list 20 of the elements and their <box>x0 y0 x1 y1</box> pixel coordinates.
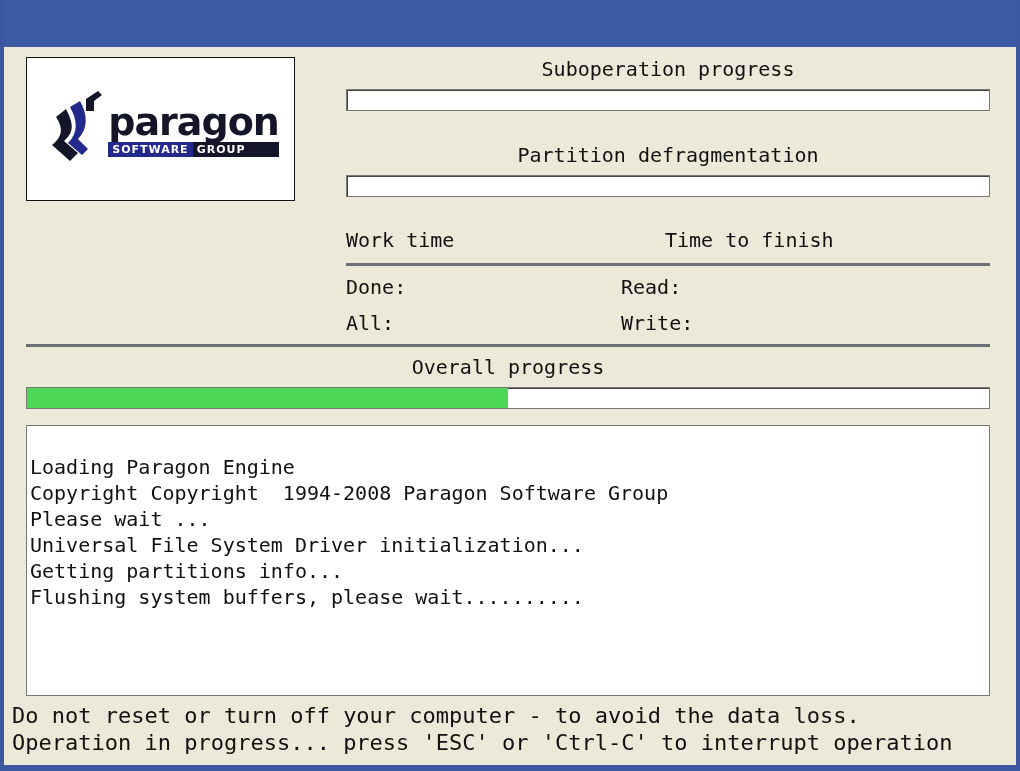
stat-label: Read: <box>621 274 683 300</box>
brand-name: paragon <box>108 101 279 142</box>
tagline: GROUP <box>192 141 279 157</box>
log-line: Flushing system buffers, please wait.......... <box>30 584 585 610</box>
progress-label: Suboperation progress <box>540 57 796 81</box>
log-line: Copyright Copyright 1994-2008 Paragon Software Group <box>30 480 670 506</box>
progress-label: Overall progress <box>410 355 606 379</box>
progress-label: Partition defragmentation <box>516 143 820 167</box>
log-line: Loading Paragon Engine <box>30 454 296 480</box>
stat-label: Done: <box>346 274 408 300</box>
status-message: Do not reset or turn off your computer - to avoid the data loss. <box>12 702 861 729</box>
stat-label: All: <box>346 310 396 336</box>
status-message: Operation in progress... press 'ESC' or 'Ctrl-C' to interrupt operation <box>12 729 954 756</box>
log-line: Getting partitions info... <box>30 558 345 584</box>
log-line: Universal File System Driver initialization... <box>30 532 585 558</box>
log-line: Please wait ... <box>30 506 212 532</box>
time-to-finish-label: Time to finish <box>664 227 835 253</box>
tagline: SOFTWARE <box>108 141 193 157</box>
work-time-label: Work time <box>346 227 456 253</box>
stat-label: Write: <box>621 310 695 336</box>
